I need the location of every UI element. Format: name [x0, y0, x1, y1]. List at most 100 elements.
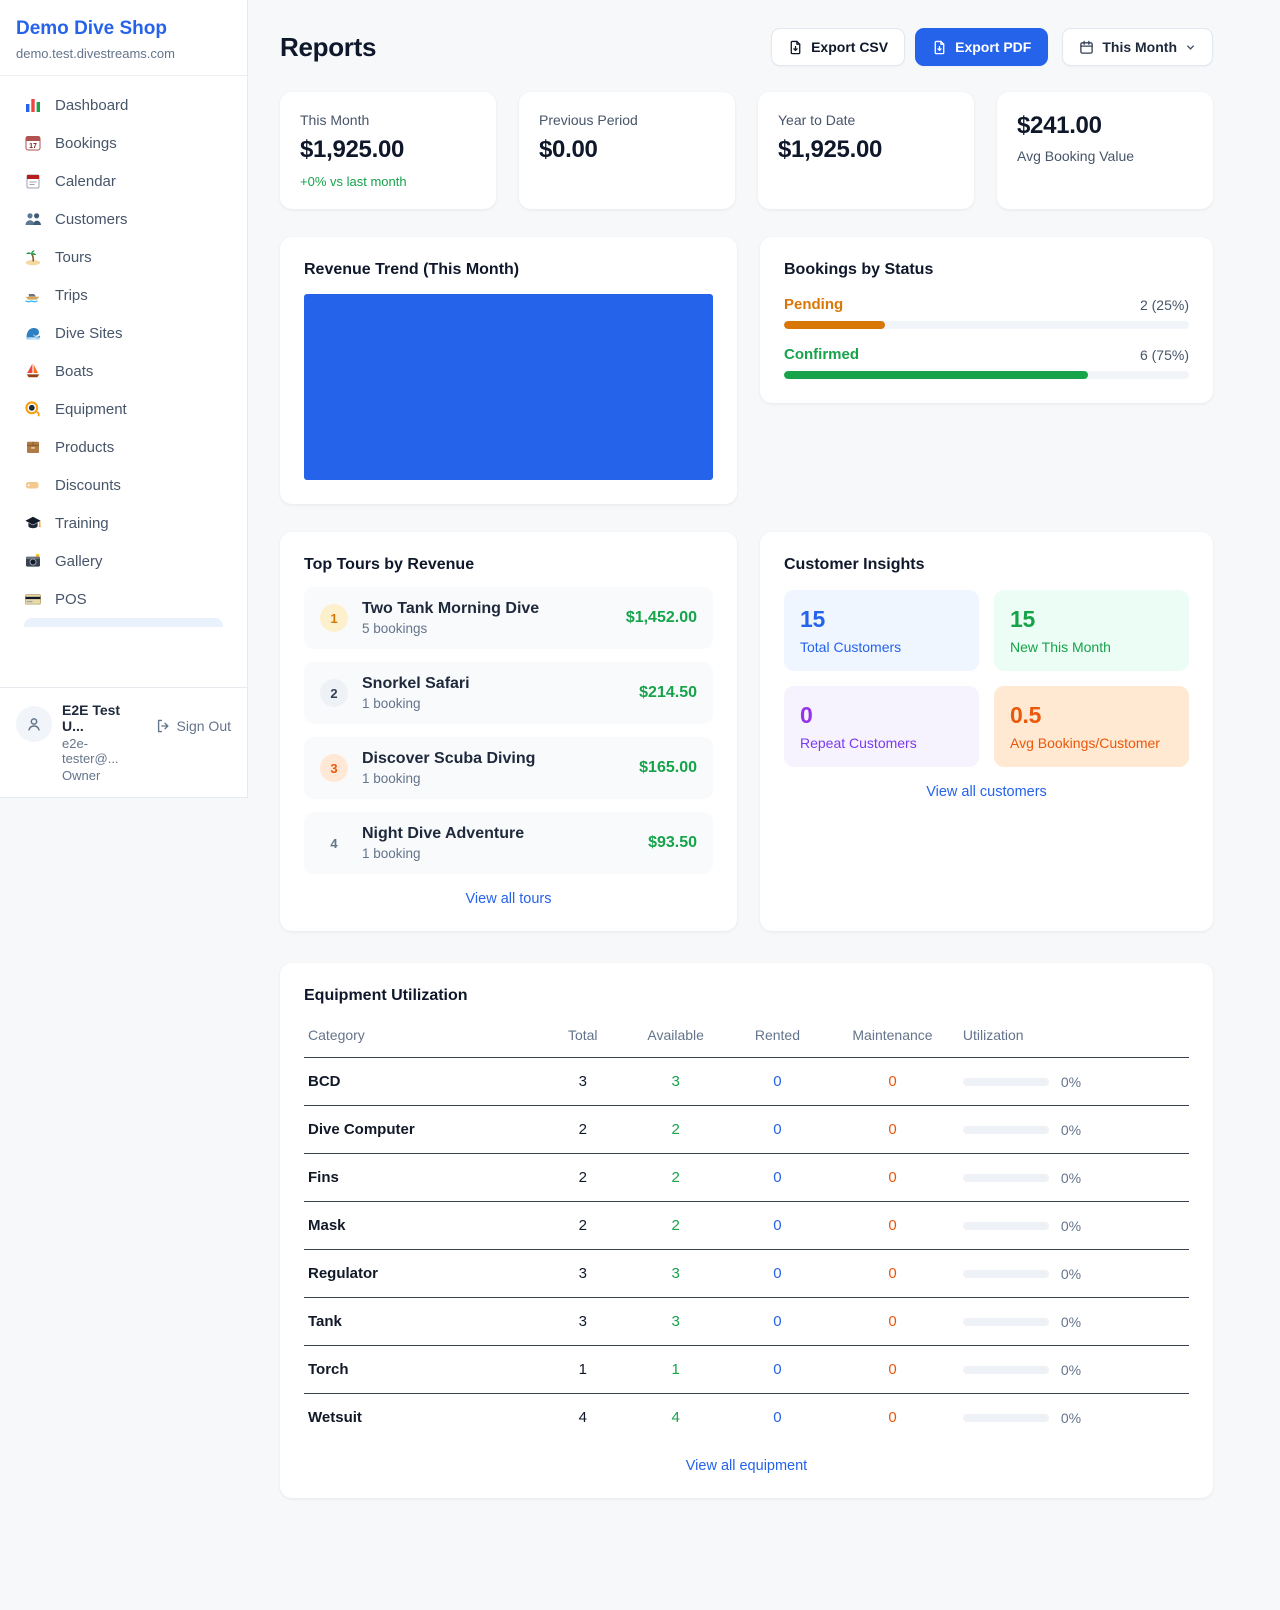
speedboat-icon — [24, 286, 42, 304]
tour-row[interactable]: 2 Snorkel Safari 1 booking $214.50 — [304, 662, 713, 724]
export-csv-button[interactable]: Export CSV — [771, 28, 905, 66]
cell-maintenance: 0 — [826, 1394, 959, 1442]
tour-info: Snorkel Safari 1 booking — [362, 675, 625, 711]
cell-utilization: 0% — [959, 1154, 1189, 1202]
sidebar-item-calendar[interactable]: Calendar — [12, 162, 235, 200]
cell-total: 1 — [543, 1346, 623, 1394]
tour-info: Night Dive Adventure 1 booking — [362, 825, 634, 861]
status-row-pending: Pending 2 (25%) — [784, 296, 1189, 329]
user-email: e2e-tester@... — [62, 736, 145, 766]
status-label: Confirmed — [784, 346, 859, 363]
insight-grid: 15 Total Customers 15 New This Month 0 R… — [784, 590, 1189, 767]
sidebar-item-label: Training — [55, 515, 109, 532]
column-header-category: Category — [304, 1019, 543, 1058]
cell-rented: 0 — [729, 1154, 826, 1202]
stats-row: This Month $1,925.00 +0% vs last month P… — [280, 92, 1213, 209]
cell-available: 1 — [623, 1346, 729, 1394]
cell-rented: 0 — [729, 1106, 826, 1154]
rank-badge: 1 — [320, 604, 348, 632]
utilization-percent: 0% — [1061, 1122, 1081, 1138]
sidebar-item-tours[interactable]: Tours — [12, 238, 235, 276]
camera-icon — [24, 552, 42, 570]
credit-card-icon — [24, 590, 42, 608]
utilization-bar — [963, 1126, 1049, 1134]
insight-repeat-customers: 0 Repeat Customers — [784, 686, 979, 767]
status-label: Pending — [784, 296, 843, 313]
sailboat-icon — [24, 362, 42, 380]
top-tours-card: Top Tours by Revenue 1 Two Tank Morning … — [280, 532, 737, 931]
sidebar-item-discounts[interactable]: Discounts — [12, 466, 235, 504]
column-header-rented: Rented — [729, 1019, 826, 1058]
cell-total: 3 — [543, 1250, 623, 1298]
revenue-trend-card: Revenue Trend (This Month) — [280, 237, 737, 504]
header-actions: Export CSV Export PDF This Month — [771, 28, 1213, 66]
sidebar-item-equipment[interactable]: Equipment — [12, 390, 235, 428]
export-pdf-button[interactable]: Export PDF — [915, 28, 1048, 66]
dive-mask-icon — [24, 400, 42, 418]
tour-row[interactable]: 1 Two Tank Morning Dive 5 bookings $1,45… — [304, 587, 713, 649]
sidebar-item-training[interactable]: Training — [12, 504, 235, 542]
status-bar-fill — [784, 371, 1088, 379]
cell-total: 2 — [543, 1154, 623, 1202]
rank-badge: 4 — [320, 829, 348, 857]
tour-row[interactable]: 4 Night Dive Adventure 1 booking $93.50 — [304, 812, 713, 874]
tour-bookings: 1 booking — [362, 846, 634, 861]
status-count: 2 (25%) — [1140, 297, 1189, 313]
mid-row: Top Tours by Revenue 1 Two Tank Morning … — [280, 532, 1213, 931]
sign-out-button[interactable]: Sign Out — [155, 718, 231, 734]
sidebar-item-dive-sites[interactable]: Dive Sites — [12, 314, 235, 352]
sidebar-item-dashboard[interactable]: Dashboard — [12, 86, 235, 124]
rank-badge: 2 — [320, 679, 348, 707]
cell-rented: 0 — [729, 1346, 826, 1394]
insight-avg-bookings: 0.5 Avg Bookings/Customer — [994, 686, 1189, 767]
column-header-maintenance: Maintenance — [826, 1019, 959, 1058]
user-section: E2E Test U... e2e-tester@... Owner Sign … — [0, 687, 247, 797]
sidebar-item-customers[interactable]: Customers — [12, 200, 235, 238]
period-select[interactable]: This Month — [1062, 28, 1213, 66]
sidebar-item-bookings[interactable]: 17 Bookings — [12, 124, 235, 162]
tour-amount: $214.50 — [639, 684, 697, 702]
sidebar-item-boats[interactable]: Boats — [12, 352, 235, 390]
user-meta: E2E Test U... e2e-tester@... Owner — [62, 702, 145, 783]
sidebar-item-products[interactable]: Products — [12, 428, 235, 466]
utilization-percent: 0% — [1061, 1410, 1081, 1426]
svg-text:17: 17 — [29, 143, 37, 150]
sidebar-item-label: Boats — [55, 363, 93, 380]
stat-value: $1,925.00 — [778, 136, 954, 164]
table-header-row: Category Total Available Rented Maintena… — [304, 1019, 1189, 1058]
tour-amount: $1,452.00 — [626, 609, 697, 627]
customer-insights-card: Customer Insights 15 Total Customers 15 … — [760, 532, 1213, 931]
sidebar-item-gallery[interactable]: Gallery — [12, 542, 235, 580]
utilization-bar — [963, 1174, 1049, 1182]
export-csv-label: Export CSV — [811, 39, 888, 55]
cell-rented: 0 — [729, 1298, 826, 1346]
tour-row[interactable]: 3 Discover Scuba Diving 1 booking $165.0… — [304, 737, 713, 799]
view-all-equipment-link[interactable]: View all equipment — [304, 1458, 1189, 1474]
tour-amount: $165.00 — [639, 759, 697, 777]
sidebar-item-pos[interactable]: POS — [12, 580, 235, 618]
island-palm-icon — [24, 248, 42, 266]
sidebar-item-label: Equipment — [55, 401, 127, 418]
cell-available: 2 — [623, 1154, 729, 1202]
cell-maintenance: 0 — [826, 1202, 959, 1250]
utilization-bar — [963, 1078, 1049, 1086]
insight-new-this-month: 15 New This Month — [994, 590, 1189, 671]
calendar-date-icon: 17 — [24, 134, 42, 152]
insight-label: Avg Bookings/Customer — [1010, 735, 1173, 751]
sidebar-item-trips[interactable]: Trips — [12, 276, 235, 314]
cell-total: 4 — [543, 1394, 623, 1442]
sidebar-item-label: Trips — [55, 287, 88, 304]
tour-name: Two Tank Morning Dive — [362, 600, 612, 618]
table-row: Mask 2 2 0 0 0% — [304, 1202, 1189, 1250]
sidebar-item-partial-active[interactable] — [24, 618, 223, 627]
table-row: Tank 3 3 0 0 0% — [304, 1298, 1189, 1346]
cell-available: 3 — [623, 1250, 729, 1298]
stat-value: $1,925.00 — [300, 136, 476, 164]
view-all-customers-link[interactable]: View all customers — [784, 784, 1189, 800]
cell-category: Fins — [304, 1154, 543, 1202]
column-header-utilization: Utilization — [959, 1019, 1189, 1058]
tour-name: Discover Scuba Diving — [362, 750, 625, 768]
cell-utilization: 0% — [959, 1250, 1189, 1298]
tour-name: Night Dive Adventure — [362, 825, 634, 843]
view-all-tours-link[interactable]: View all tours — [304, 891, 713, 907]
